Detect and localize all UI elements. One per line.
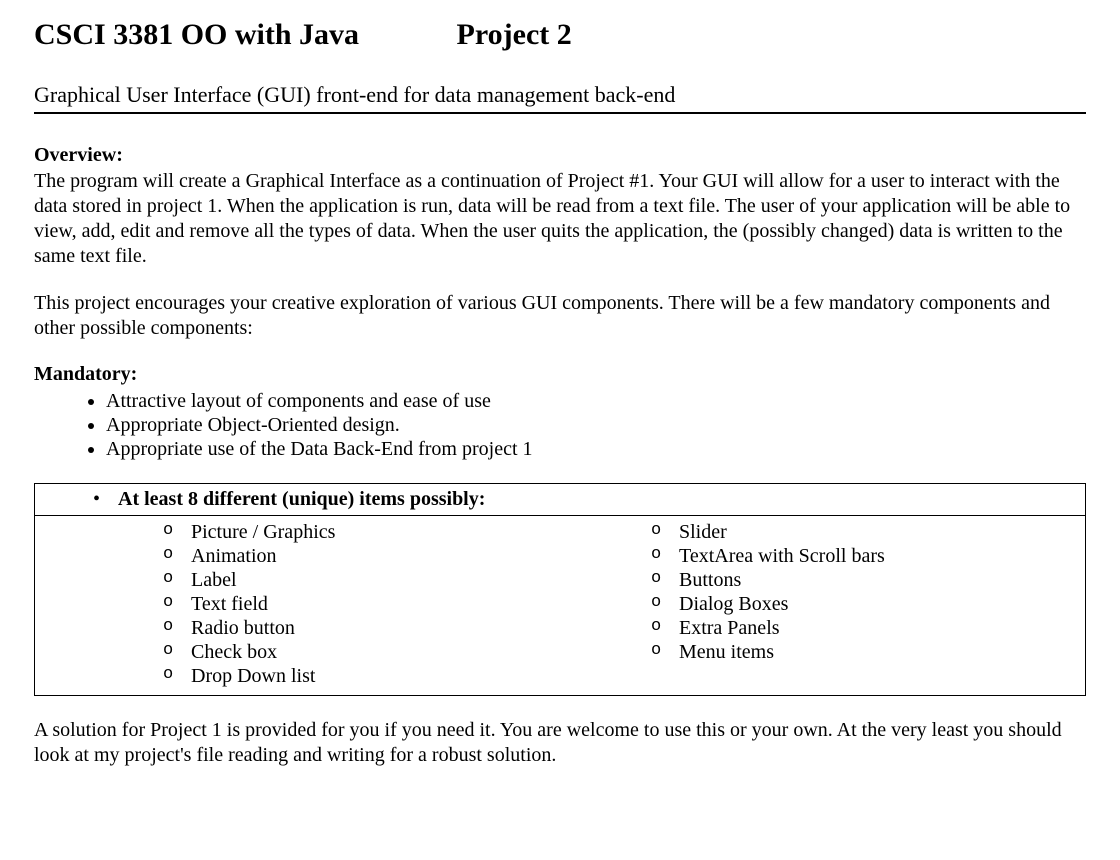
items-box-header: • At least 8 different (unique) items po…	[35, 484, 1085, 516]
list-item: Animation	[155, 545, 623, 568]
list-item: TextArea with Scroll bars	[643, 545, 1085, 568]
items-box-header-text: At least 8 different (unique) items poss…	[118, 488, 485, 510]
list-item: Appropriate use of the Data Back-End fro…	[106, 438, 1086, 461]
overview-heading: Overview:	[34, 144, 1086, 167]
list-item: Check box	[155, 641, 623, 664]
list-item: Slider	[643, 521, 1085, 544]
overview-paragraph-1: The program will create a Graphical Inte…	[34, 169, 1086, 269]
list-item: Picture / Graphics	[155, 521, 623, 544]
items-column-right: Slider TextArea with Scroll bars Buttons…	[623, 520, 1085, 689]
bullet-icon: •	[93, 488, 113, 511]
list-item: Drop Down list	[155, 665, 623, 688]
document-page: CSCI 3381 OO with Java Project 2 Graphic…	[0, 0, 1120, 768]
mandatory-list: Attractive layout of components and ease…	[34, 390, 1086, 461]
list-item: Dialog Boxes	[643, 593, 1085, 616]
items-column-left: Picture / Graphics Animation Label Text …	[35, 520, 623, 689]
items-list-right: Slider TextArea with Scroll bars Buttons…	[643, 521, 1085, 664]
list-item: Radio button	[155, 617, 623, 640]
list-item: Text field	[155, 593, 623, 616]
course-title: CSCI 3381 OO with Java	[34, 18, 359, 51]
list-item: Attractive layout of components and ease…	[106, 390, 1086, 413]
items-columns: Picture / Graphics Animation Label Text …	[35, 516, 1085, 695]
mandatory-heading: Mandatory:	[34, 363, 1086, 386]
document-subtitle: Graphical User Interface (GUI) front-end…	[34, 82, 1086, 114]
project-title: Project 2	[457, 18, 572, 51]
document-title: CSCI 3381 OO with Java Project 2	[34, 18, 1086, 52]
list-item: Appropriate Object-Oriented design.	[106, 414, 1086, 437]
list-item: Extra Panels	[643, 617, 1085, 640]
list-item: Buttons	[643, 569, 1085, 592]
items-box: • At least 8 different (unique) items po…	[34, 483, 1086, 696]
overview-paragraph-2: This project encourages your creative ex…	[34, 291, 1086, 341]
footer-paragraph: A solution for Project 1 is provided for…	[34, 718, 1086, 768]
items-list-left: Picture / Graphics Animation Label Text …	[155, 521, 623, 688]
list-item: Menu items	[643, 641, 1085, 664]
list-item: Label	[155, 569, 623, 592]
